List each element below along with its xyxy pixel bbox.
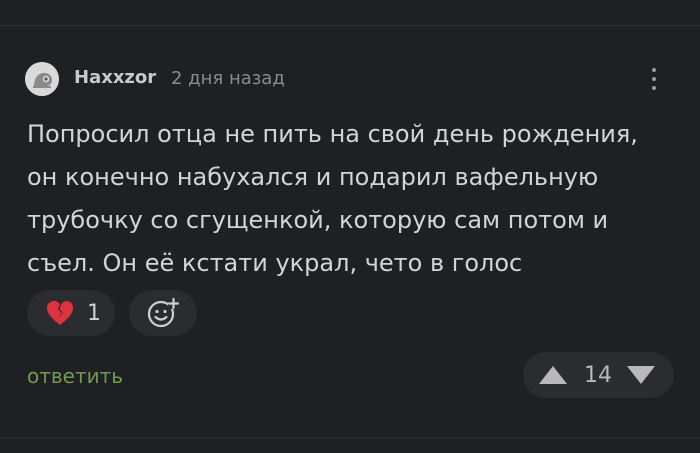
smiley-plus-icon [147, 297, 180, 328]
comment-author[interactable]: Haxxzor [74, 67, 156, 88]
vertical-dots-icon [652, 68, 656, 72]
bottom-divider [0, 437, 700, 438]
vote-box: 14 [523, 352, 674, 398]
rating-count: 14 [584, 362, 612, 388]
more-options-button[interactable] [640, 62, 668, 96]
comment-body: Попросил отца не пить на свой день рожде… [27, 113, 677, 285]
avatar[interactable] [25, 62, 59, 96]
downvote-arrow-icon[interactable] [626, 363, 656, 387]
upvote-arrow-icon[interactable] [538, 363, 568, 387]
reaction-count: 1 [87, 300, 101, 326]
reaction-broken-heart-button[interactable]: 1 [27, 290, 115, 336]
broken-heart-icon [45, 299, 75, 327]
top-divider [0, 25, 700, 26]
add-reaction-button[interactable] [129, 290, 197, 336]
comment-line: съел. Он её кстати украл, чето в голос [27, 249, 523, 277]
reply-link[interactable]: ответить [27, 364, 123, 388]
comment-line: он конечно набухался и подарил вафельную [27, 163, 599, 191]
comment-timestamp: 2 дня назад [171, 68, 285, 89]
comment-line: трубочку со сгущенкой, которую сам потом… [27, 206, 609, 234]
avatar-icon [25, 62, 59, 96]
comment-line: Попросил отца не пить на свой день рожде… [27, 120, 638, 148]
